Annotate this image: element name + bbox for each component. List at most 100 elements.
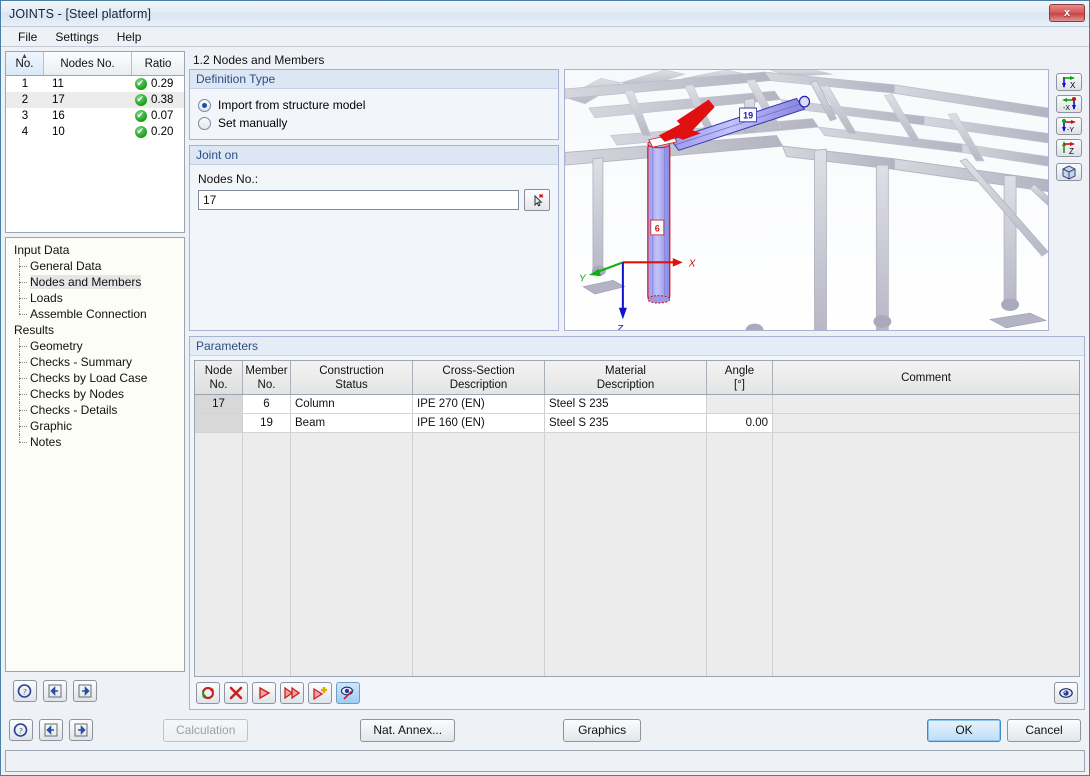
- visibility-button[interactable]: [1054, 682, 1078, 704]
- definition-type-caption: Definition Type: [190, 70, 558, 89]
- footer-previous-icon[interactable]: [39, 719, 63, 741]
- ok-button[interactable]: OK: [927, 718, 1001, 742]
- pick-node-icon[interactable]: [524, 189, 550, 211]
- axis-label-x: X: [688, 258, 697, 269]
- cell-member-no[interactable]: 19: [243, 414, 291, 432]
- joint-on-body: Nodes No.: 17: [190, 165, 558, 218]
- refresh-icon[interactable]: [196, 682, 220, 704]
- nodes-no-row: 17: [198, 189, 550, 211]
- application-window: JOINTS - [Steel platform] x File Setting…: [0, 0, 1090, 776]
- svg-text:X: X: [1070, 81, 1076, 90]
- table-row[interactable]: 4 10 0.20: [6, 124, 184, 140]
- cell-cross-section[interactable]: IPE 160 (EN): [413, 414, 545, 432]
- tree-item-assemble-connection[interactable]: Assemble Connection: [12, 306, 184, 322]
- menu-item-file[interactable]: File: [9, 28, 46, 46]
- column-header-cross-section[interactable]: Cross-Section Description: [413, 361, 545, 394]
- cell-angle[interactable]: [707, 395, 773, 413]
- tree-item-general-data[interactable]: General Data: [12, 258, 184, 274]
- tree-item-checks-summary[interactable]: Checks - Summary: [12, 354, 184, 370]
- tree-item-checks-details[interactable]: Checks - Details: [12, 402, 184, 418]
- fast-forward-icon[interactable]: [280, 682, 304, 704]
- graphics-button[interactable]: Graphics: [563, 718, 642, 742]
- column-header-material[interactable]: Material Description: [545, 361, 707, 394]
- tree-item-checks-by-load-case[interactable]: Checks by Load Case: [12, 370, 184, 386]
- sort-ascending-icon: ▲: [21, 53, 28, 60]
- radio-import-from-structure-model[interactable]: Import from structure model: [198, 96, 550, 114]
- parameters-table[interactable]: Node No. Member No. Construction Status: [194, 360, 1080, 677]
- table-row[interactable]: 19 Beam IPE 160 (EN) Steel S 235 0.00: [195, 414, 1079, 433]
- tree-item-notes[interactable]: Notes: [12, 434, 184, 450]
- calculation-button[interactable]: Calculation: [163, 718, 249, 742]
- svg-text:-X: -X: [1063, 105, 1070, 112]
- tree-item-checks-by-nodes[interactable]: Checks by Nodes: [12, 386, 184, 402]
- left-toolbar: ?: [5, 672, 185, 710]
- column-header-comment[interactable]: Comment: [773, 361, 1079, 394]
- nat-annex-button[interactable]: Nat. Annex...: [360, 718, 456, 742]
- nodes-no-input[interactable]: 17: [198, 190, 519, 210]
- footer-next-icon[interactable]: [69, 719, 93, 741]
- radio-icon[interactable]: [198, 98, 211, 112]
- cell-comment[interactable]: [773, 395, 1079, 413]
- table-row[interactable]: 1 11 0.29: [6, 76, 184, 92]
- structure-3d-viewport[interactable]: 19 6 X Y Z: [564, 69, 1049, 331]
- eye-pencil-icon[interactable]: [336, 682, 360, 704]
- column-header-nodes-no[interactable]: Nodes No.: [44, 52, 132, 75]
- cell-angle[interactable]: 0.00: [707, 414, 773, 432]
- table-row[interactable]: 17 6 Column IPE 270 (EN) Steel S 235: [195, 395, 1079, 414]
- parameters-caption: Parameters: [190, 337, 1084, 356]
- column-header-ratio[interactable]: Ratio: [132, 52, 184, 75]
- tree-group-input-data[interactable]: Input Data: [12, 242, 184, 258]
- axis-label-y: Y: [579, 273, 587, 284]
- cell-construction-status[interactable]: Column: [291, 395, 413, 413]
- cell-member-no[interactable]: 6: [243, 395, 291, 413]
- close-icon[interactable]: x: [1049, 4, 1085, 22]
- tree-group-results[interactable]: Results: [12, 322, 184, 338]
- radio-set-manually[interactable]: Set manually: [198, 114, 550, 132]
- row-ratio: 0.38: [132, 93, 184, 106]
- body-area: ▲ No. Nodes No. Ratio 1 11 0.29 2: [1, 47, 1089, 710]
- svg-text:19: 19: [743, 110, 753, 120]
- isometric-view-icon[interactable]: [1056, 163, 1082, 181]
- menu-item-settings[interactable]: Settings: [46, 28, 107, 46]
- cancel-button[interactable]: Cancel: [1007, 718, 1081, 742]
- column-header-construction-status[interactable]: Construction Status: [291, 361, 413, 394]
- menu-item-help[interactable]: Help: [108, 28, 151, 46]
- cell-material[interactable]: Steel S 235: [545, 414, 707, 432]
- view-x-icon[interactable]: X: [1056, 73, 1082, 91]
- table-empty-area[interactable]: [195, 433, 1079, 676]
- table-row[interactable]: 2 17 0.38: [6, 92, 184, 108]
- menu-bar: File Settings Help: [1, 27, 1089, 47]
- play-icon[interactable]: [252, 682, 276, 704]
- play-plus-icon[interactable]: [308, 682, 332, 704]
- previous-icon[interactable]: [43, 680, 67, 702]
- radio-icon[interactable]: [198, 116, 211, 130]
- column-header-angle[interactable]: Angle [°]: [707, 361, 773, 394]
- delete-x-icon[interactable]: [224, 682, 248, 704]
- cell-comment[interactable]: [773, 414, 1079, 432]
- definition-type-body: Import from structure model Set manually: [190, 89, 558, 139]
- navigation-tree[interactable]: Input Data General Data Nodes and Member…: [5, 237, 185, 672]
- cell-construction-status[interactable]: Beam: [291, 414, 413, 432]
- tree-item-graphic[interactable]: Graphic: [12, 418, 184, 434]
- view-z-icon[interactable]: Z: [1056, 139, 1082, 157]
- tree-item-loads[interactable]: Loads: [12, 290, 184, 306]
- help-icon[interactable]: ?: [13, 680, 37, 702]
- cell-material[interactable]: Steel S 235: [545, 395, 707, 413]
- view-minus-y-icon[interactable]: -Y: [1056, 117, 1082, 135]
- cell-node-no[interactable]: 17: [195, 395, 243, 413]
- joints-ratio-table[interactable]: ▲ No. Nodes No. Ratio 1 11 0.29 2: [5, 51, 185, 233]
- tree-item-geometry[interactable]: Geometry: [12, 338, 184, 354]
- cell-cross-section[interactable]: IPE 270 (EN): [413, 395, 545, 413]
- tree-item-nodes-and-members[interactable]: Nodes and Members: [12, 274, 184, 290]
- column-header-node-no[interactable]: Node No.: [195, 361, 243, 394]
- table-row[interactable]: 3 16 0.07: [6, 108, 184, 124]
- next-icon[interactable]: [73, 680, 97, 702]
- row-no: 3: [21, 110, 29, 122]
- column-header-no[interactable]: ▲ No.: [6, 52, 44, 75]
- footer-help-icon[interactable]: ?: [9, 719, 33, 741]
- row-ratio: 0.07: [132, 109, 184, 122]
- column-header-member-no[interactable]: Member No.: [243, 361, 291, 394]
- cell-node-no[interactable]: [195, 414, 243, 432]
- definition-type-group: Definition Type Import from structure mo…: [189, 69, 559, 140]
- view-minus-x-icon[interactable]: -X: [1056, 95, 1082, 113]
